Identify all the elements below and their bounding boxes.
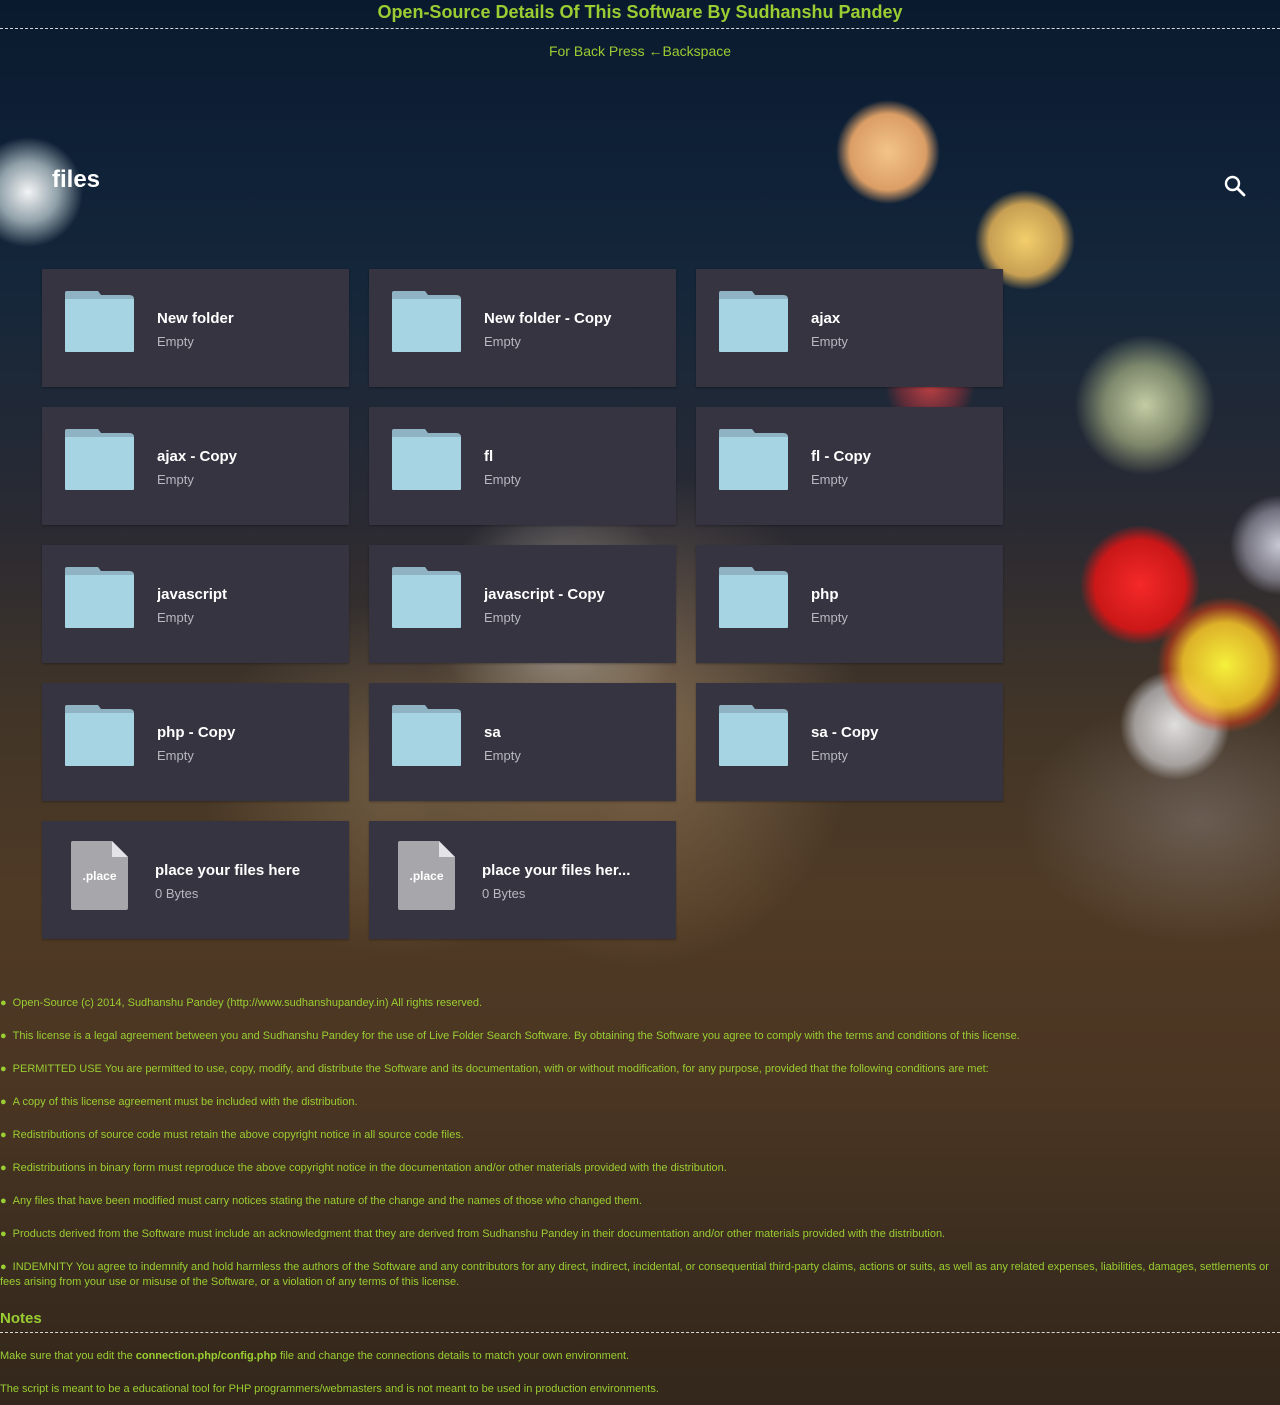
file-extension-label: .place <box>82 869 116 883</box>
item-size: 0 Bytes <box>155 886 199 901</box>
file-item[interactable]: .place place your files here 0 Bytes <box>42 821 349 939</box>
folder-icon <box>719 429 788 490</box>
folder-icon <box>719 705 788 766</box>
item-size: Empty <box>484 472 521 487</box>
search-button[interactable] <box>1223 174 1247 198</box>
folder-icon <box>65 429 134 490</box>
item-size: Empty <box>157 610 194 625</box>
item-name: ajax - Copy <box>157 448 238 465</box>
license-item: ● Redistributions in binary form must rep… <box>0 1161 1280 1176</box>
item-size: Empty <box>157 472 194 487</box>
item-size: 0 Bytes <box>482 886 526 901</box>
file-extension-label: .place <box>409 869 443 883</box>
folder-item[interactable]: php Empty <box>696 545 1003 663</box>
bullet-icon: ● <box>0 1030 7 1042</box>
folder-item[interactable]: fl - Copy Empty <box>696 407 1003 525</box>
file-icon: .place <box>398 841 455 910</box>
folder-icon <box>392 429 461 490</box>
search-icon <box>1224 175 1246 197</box>
license-item: ● This license is a legal agreement betwe… <box>0 1029 1280 1044</box>
item-name: fl <box>484 448 494 465</box>
folder-item[interactable]: javascript - Copy Empty <box>369 545 676 663</box>
note-config-text-end: file and change the connections details … <box>276 1350 630 1362</box>
folder-item[interactable]: New folder - Copy Empty <box>369 269 676 387</box>
license-text: Products derived from the Software must … <box>12 1228 946 1240</box>
item-size: Empty <box>811 748 848 763</box>
bullet-icon: ● <box>0 1129 7 1141</box>
item-size: Empty <box>157 334 194 349</box>
page-title: Open-Source Details Of This Software By … <box>377 2 903 22</box>
item-size: Empty <box>811 472 848 487</box>
folder-item[interactable]: ajax Empty <box>696 269 1003 387</box>
folder-item[interactable]: php - Copy Empty <box>42 683 349 801</box>
item-name: New folder - Copy <box>484 310 612 327</box>
license-item: ● Any files that have been modified must … <box>0 1194 1280 1209</box>
bullet-icon: ● <box>0 1195 7 1207</box>
item-size: Empty <box>484 334 521 349</box>
folder-icon <box>65 291 134 352</box>
item-size: Empty <box>157 748 194 763</box>
folder-item[interactable]: sa Empty <box>369 683 676 801</box>
file-icon: .place <box>71 841 128 910</box>
notes-heading: Notes <box>0 1310 1280 1333</box>
license-text: INDEMNITY You agree to indemnify and hol… <box>0 1261 1269 1288</box>
top-banner: Open-Source Details Of This Software By … <box>0 0 1280 29</box>
item-name: sa - Copy <box>811 724 879 741</box>
item-size: Empty <box>484 610 521 625</box>
item-size: Empty <box>484 748 521 763</box>
folder-item[interactable]: ajax - Copy Empty <box>42 407 349 525</box>
license-item: ● PERMITTED USE You are permitted to use,… <box>0 1062 1280 1077</box>
folder-icon <box>392 291 461 352</box>
license-item: ● Redistributions of source code must ret… <box>0 1128 1280 1143</box>
license-text: This license is a legal agreement betwee… <box>12 1030 1020 1042</box>
item-name: sa <box>484 724 501 741</box>
note-config-text: Make sure that you edit the <box>0 1350 136 1362</box>
item-name: place your files here <box>155 862 301 879</box>
license-item: ● Open-Source (c) 2014, Sudhanshu Pandey … <box>0 996 1280 1011</box>
license-item: ● INDEMNITY You agree to indemnify and ho… <box>0 1260 1280 1290</box>
bullet-icon: ● <box>0 1162 7 1174</box>
license-text: Redistributions of source code must reta… <box>12 1129 464 1141</box>
license-text: Open-Source (c) 2014, Sudhanshu Pandey (… <box>12 997 483 1009</box>
bullet-icon: ● <box>0 1261 7 1273</box>
item-name: place your files her... <box>482 862 631 879</box>
item-name: php <box>811 586 839 603</box>
folder-icon <box>392 705 461 766</box>
item-name: javascript - Copy <box>484 586 605 603</box>
folder-item[interactable]: New folder Empty <box>42 269 349 387</box>
item-name: javascript <box>157 586 228 603</box>
license-text: Any files that have been modified must c… <box>12 1195 642 1207</box>
breadcrumb-current-folder: files <box>52 166 101 193</box>
bullet-icon: ● <box>0 997 7 1009</box>
back-hint: For Back Press ←Backspace <box>548 43 732 59</box>
license-text: Redistributions in binary form must repr… <box>12 1162 727 1174</box>
folder-icon <box>65 567 134 628</box>
folder-icon <box>392 567 461 628</box>
bullet-icon: ● <box>0 1096 7 1108</box>
folder-item[interactable]: fl Empty <box>369 407 676 525</box>
license-list: ● Open-Source (c) 2014, Sudhanshu Pandey … <box>0 996 1280 1308</box>
folder-icon <box>719 291 788 352</box>
folder-icon <box>719 567 788 628</box>
folder-item[interactable]: javascript Empty <box>42 545 349 663</box>
license-text: PERMITTED USE You are permitted to use, … <box>12 1063 989 1075</box>
folder-item[interactable]: sa - Copy Empty <box>696 683 1003 801</box>
bullet-icon: ● <box>0 1063 7 1075</box>
item-name: New folder <box>157 310 234 327</box>
bullet-icon: ● <box>0 1228 7 1240</box>
file-item[interactable]: .place place your files her... 0 Bytes <box>369 821 676 939</box>
folder-icon <box>65 705 134 766</box>
license-text: A copy of this license agreement must be… <box>12 1096 358 1108</box>
license-item: ● A copy of this license agreement must b… <box>0 1095 1280 1110</box>
item-name: fl - Copy <box>811 448 871 465</box>
license-item: ● Products derived from the Software must… <box>0 1227 1280 1242</box>
item-size: Empty <box>811 334 848 349</box>
item-name: ajax <box>811 310 841 327</box>
note-config: Make sure that you edit the connection.p… <box>0 1350 1280 1362</box>
item-size: Empty <box>811 610 848 625</box>
note-educational: The script is meant to be a educational … <box>0 1383 659 1395</box>
note-config-filename: connection.php/config.php <box>135 1350 277 1362</box>
item-name: php - Copy <box>157 724 236 741</box>
